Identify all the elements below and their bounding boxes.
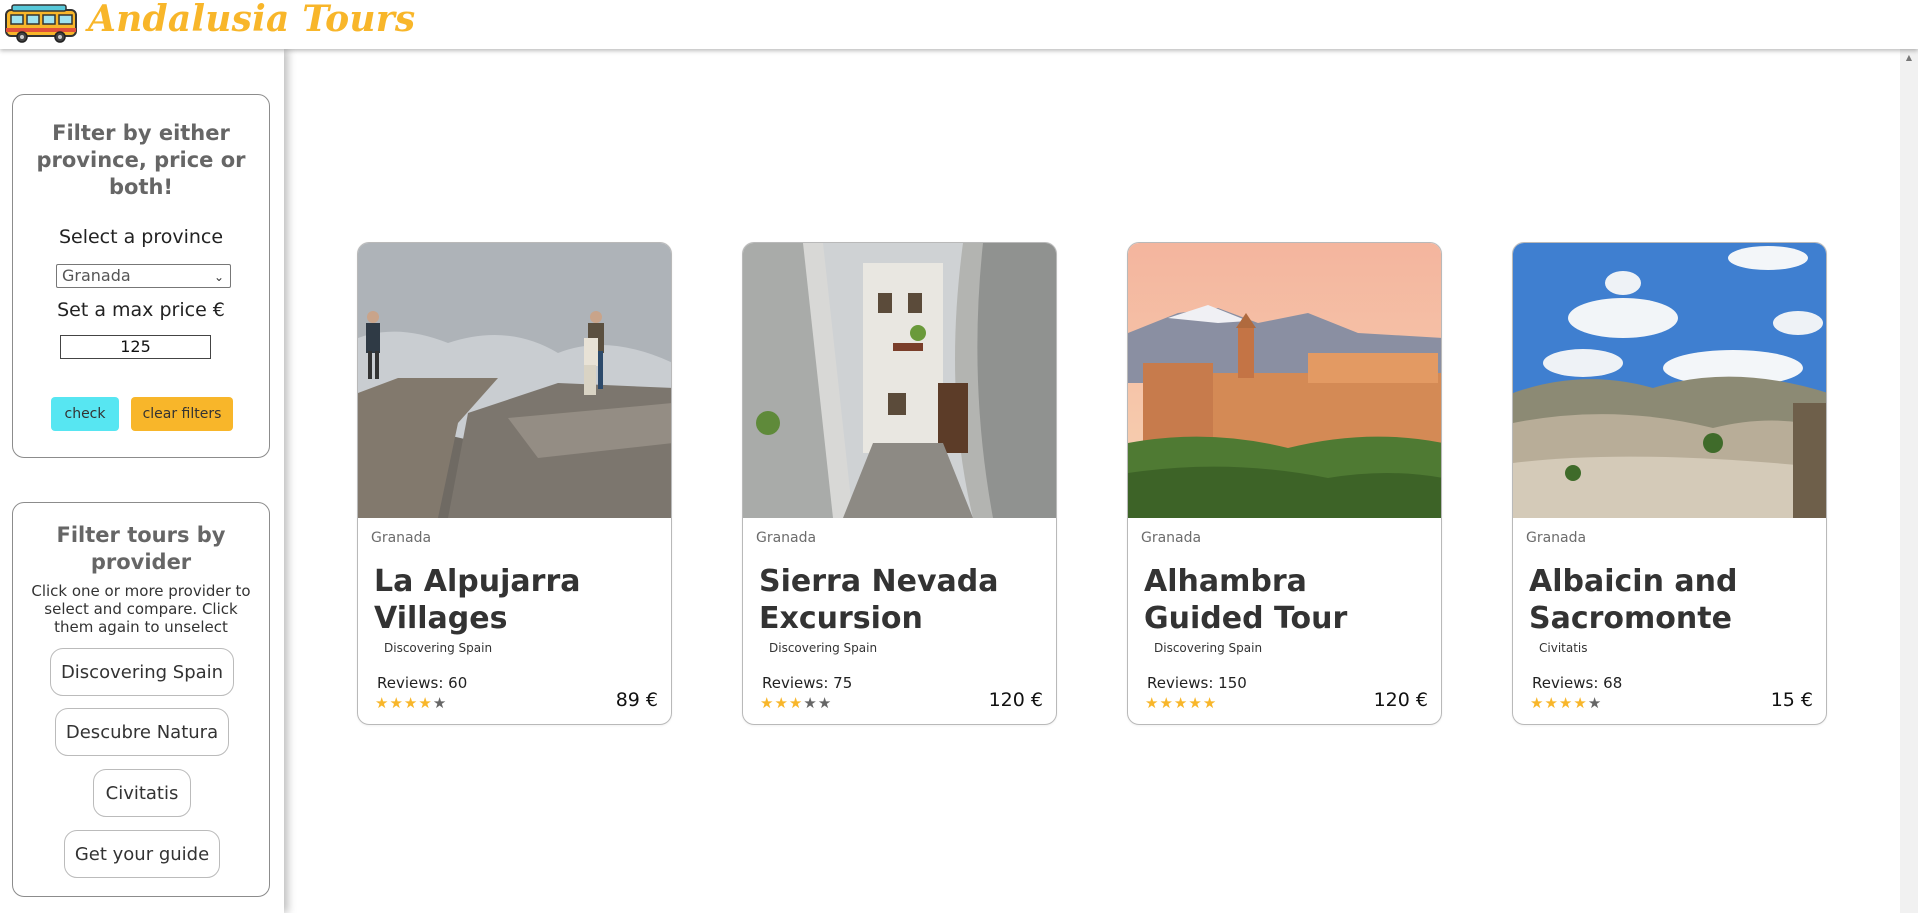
tour-price: 89 € [615,689,658,711]
tour-image [743,243,1056,518]
tour-reviews: Reviews: 75 [762,674,853,692]
tour-reviews: Reviews: 150 [1147,674,1247,692]
brand-title[interactable]: Andalusia Tours [88,0,415,40]
tour-price: 120 € [988,689,1043,711]
provider-panel-title: Filter tours by provider [56,523,226,574]
star-filled-icon: ★ [1202,694,1218,712]
star-rating: ★★★★★ [1530,694,1602,712]
tour-province: Granada [371,530,432,546]
star-filled-icon: ★ [1544,694,1559,712]
star-empty-icon: ★ [803,694,818,712]
provider-filter-panel: Filter tours by provider Click one or mo… [12,502,270,897]
tour-province: Granada [1141,530,1202,546]
max-price-input[interactable]: 125 [60,335,211,359]
star-filled-icon: ★ [1530,694,1545,712]
tour-reviews: Reviews: 68 [1532,674,1623,692]
tour-card-sierra-nevada[interactable]: Granada Sierra Nevada Excursion Discover… [742,242,1057,725]
provider-button-discovering-spain[interactable]: Discovering Spain [50,648,234,696]
page-scrollbar[interactable]: ▲ [1900,49,1918,913]
star-filled-icon: ★ [389,694,404,712]
star-filled-icon: ★ [1573,694,1588,712]
provider-button-descubre-natura[interactable]: Descubre Natura [55,708,229,756]
star-empty-icon: ★ [432,694,448,712]
star-rating: ★★★★★ [1145,694,1217,712]
tour-provider: Discovering Spain [384,641,493,655]
tour-provider: Discovering Spain [1154,641,1263,655]
star-filled-icon: ★ [403,694,419,712]
tour-provider: Discovering Spain [769,641,878,655]
tour-title[interactable]: Albaicin and Sacromonte [1529,563,1814,637]
bus-icon[interactable] [4,4,80,44]
tour-title[interactable]: Sierra Nevada Excursion [759,563,1044,637]
star-filled-icon: ★ [1159,694,1174,712]
province-select[interactable]: Granada ⌄ [56,264,231,288]
star-filled-icon: ★ [774,694,789,712]
tour-title[interactable]: Alhambra Guided Tour [1144,563,1429,637]
tour-image [1513,243,1826,518]
max-price-label: Set a max price € [57,299,225,321]
filter-panel-title: Filter by either province, price or both… [36,121,246,199]
tour-card-la-alpujarra[interactable]: Granada La Alpujarra Villages Discoverin… [357,242,672,725]
star-empty-icon: ★ [1587,694,1603,712]
star-rating: ★★★★★ [375,694,447,712]
tour-image [1128,243,1441,518]
tour-card-alhambra[interactable]: Granada Alhambra Guided Tour Discovering… [1127,242,1442,725]
top-header: Andalusia Tours [0,0,1918,49]
filter-sidebar: Filter by either province, price or both… [0,49,284,913]
tour-title[interactable]: La Alpujarra Villages [374,563,659,637]
star-filled-icon: ★ [418,694,433,712]
star-rating: ★★★★★ [760,694,832,712]
star-filled-icon: ★ [1145,694,1160,712]
tour-provider: Civitatis [1539,641,1588,655]
star-filled-icon: ★ [788,694,804,712]
tour-card-albaicin[interactable]: Granada Albaicin and Sacromonte Civitati… [1512,242,1827,725]
provider-button-civitatis[interactable]: Civitatis [93,769,191,817]
star-filled-icon: ★ [1558,694,1574,712]
tour-price: 15 € [1770,689,1813,711]
star-filled-icon: ★ [1188,694,1203,712]
star-filled-icon: ★ [1173,694,1189,712]
star-filled-icon: ★ [375,694,390,712]
tour-province: Granada [756,530,817,546]
tour-reviews: Reviews: 60 [377,674,468,692]
chevron-down-icon: ⌄ [213,270,224,284]
provider-button-get-your-guide[interactable]: Get your guide [64,830,220,878]
star-filled-icon: ★ [760,694,775,712]
clear-filters-button[interactable]: clear filters [131,397,233,431]
tour-image [358,243,671,518]
scroll-up-arrow-icon[interactable]: ▲ [1900,49,1918,67]
check-button[interactable]: check [51,397,119,431]
province-selected-value: Granada [62,266,131,285]
tour-price: 120 € [1373,689,1428,711]
provider-panel-description: Click one or more provider to select and… [31,582,251,636]
price-province-filter-panel: Filter by either province, price or both… [12,94,270,458]
star-empty-icon: ★ [817,694,833,712]
tour-province: Granada [1526,530,1587,546]
province-label: Select a province [58,226,224,248]
